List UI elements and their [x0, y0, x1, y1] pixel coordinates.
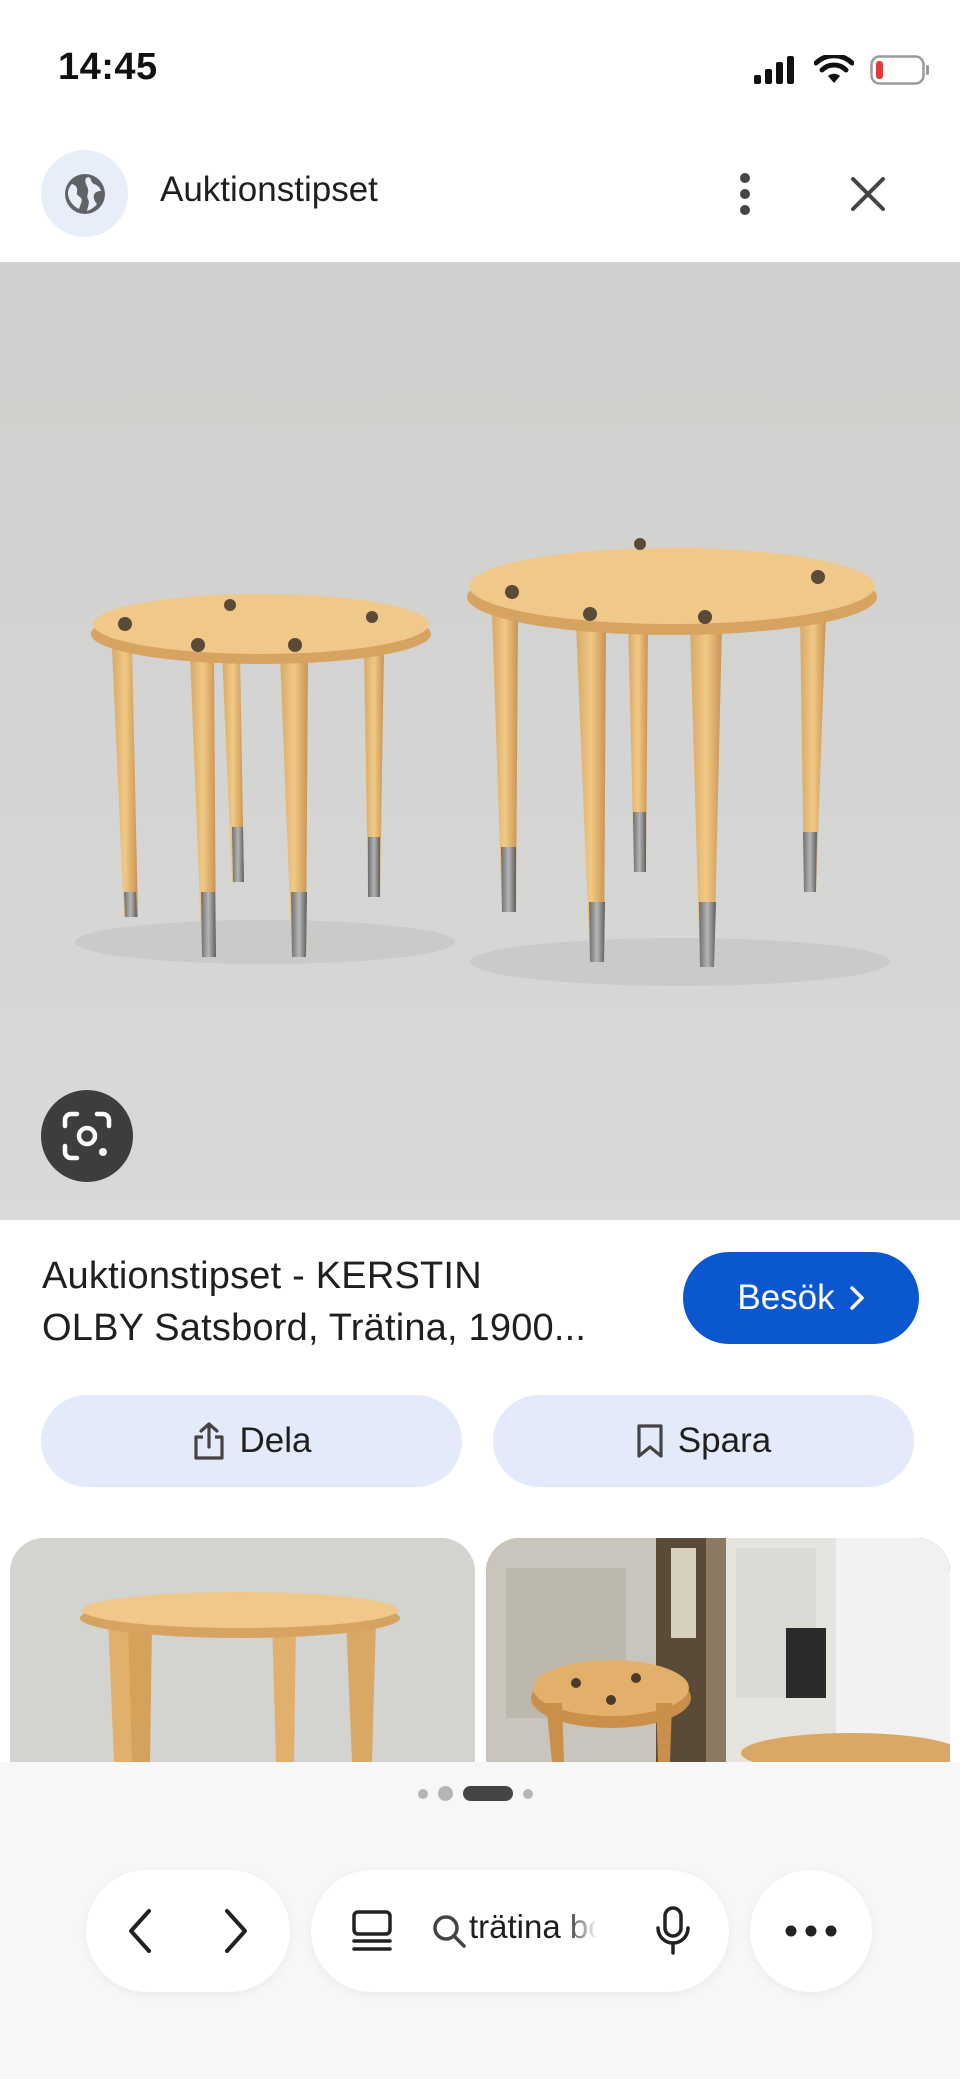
- status-bar: 14:45: [0, 0, 960, 140]
- signal-icon: [754, 56, 794, 84]
- close-icon: [851, 177, 885, 211]
- product-photo: [0, 262, 960, 1220]
- back-icon: [129, 1909, 151, 1953]
- back-button[interactable]: [110, 1901, 170, 1961]
- visit-button[interactable]: Besök: [683, 1252, 919, 1344]
- related-image[interactable]: [486, 1538, 950, 1762]
- page-dot-active: [463, 1786, 513, 1801]
- more-vertical-icon: [740, 173, 750, 215]
- main-image[interactable]: [0, 262, 960, 1220]
- page-indicator: [418, 1786, 533, 1801]
- status-icons: [754, 52, 930, 88]
- related-image-photo: [486, 1538, 950, 1762]
- site-header: Auktionstipset: [0, 150, 960, 260]
- share-icon: [193, 1422, 224, 1460]
- battery-low-icon: [870, 55, 929, 85]
- chevron-right-icon: [849, 1286, 864, 1310]
- visit-label: Besök: [737, 1278, 835, 1317]
- more-horizontal-icon: [785, 1925, 837, 1937]
- result-title[interactable]: Auktionstipset - KERSTIN OLBY Satsbord, …: [42, 1250, 662, 1354]
- lens-icon: [62, 1111, 112, 1161]
- result-title-line-1: Auktionstipset - KERSTIN: [42, 1255, 482, 1297]
- site-name: Auktionstipset: [160, 170, 378, 209]
- related-image-photo: [10, 1538, 475, 1762]
- close-button[interactable]: [838, 164, 898, 224]
- wifi-icon: [814, 55, 854, 83]
- forward-button[interactable]: [206, 1901, 266, 1961]
- voice-search-button[interactable]: [651, 1904, 695, 1958]
- more-options-button[interactable]: [720, 164, 770, 224]
- page-dot: [523, 1788, 533, 1799]
- site-avatar[interactable]: [41, 150, 128, 237]
- status-time: 14:45: [58, 46, 158, 88]
- mic-icon: [656, 1906, 690, 1955]
- save-label: Spara: [677, 1421, 772, 1460]
- globe-icon: [64, 173, 105, 214]
- result-title-line-2: OLBY Satsbord, Trätina, 1900...: [42, 1307, 587, 1349]
- bookmark-icon: [637, 1424, 663, 1458]
- page-dot: [418, 1788, 428, 1799]
- navigation-pill: [86, 1870, 290, 1992]
- lens-button[interactable]: [41, 1090, 133, 1182]
- tabs-icon: [352, 1910, 392, 1951]
- forward-icon: [225, 1909, 247, 1953]
- overflow-menu-button[interactable]: [750, 1870, 872, 1992]
- search-pill[interactable]: trätina bord: [311, 1870, 729, 1992]
- share-label: Dela: [239, 1421, 312, 1460]
- search-icon: [433, 1915, 466, 1948]
- page-dot: [438, 1786, 453, 1801]
- share-button[interactable]: Dela: [41, 1395, 462, 1487]
- search-query[interactable]: trätina bord: [469, 1908, 597, 1946]
- tabs-button[interactable]: [347, 1906, 397, 1956]
- save-button[interactable]: Spara: [493, 1395, 914, 1487]
- related-image[interactable]: [10, 1538, 475, 1762]
